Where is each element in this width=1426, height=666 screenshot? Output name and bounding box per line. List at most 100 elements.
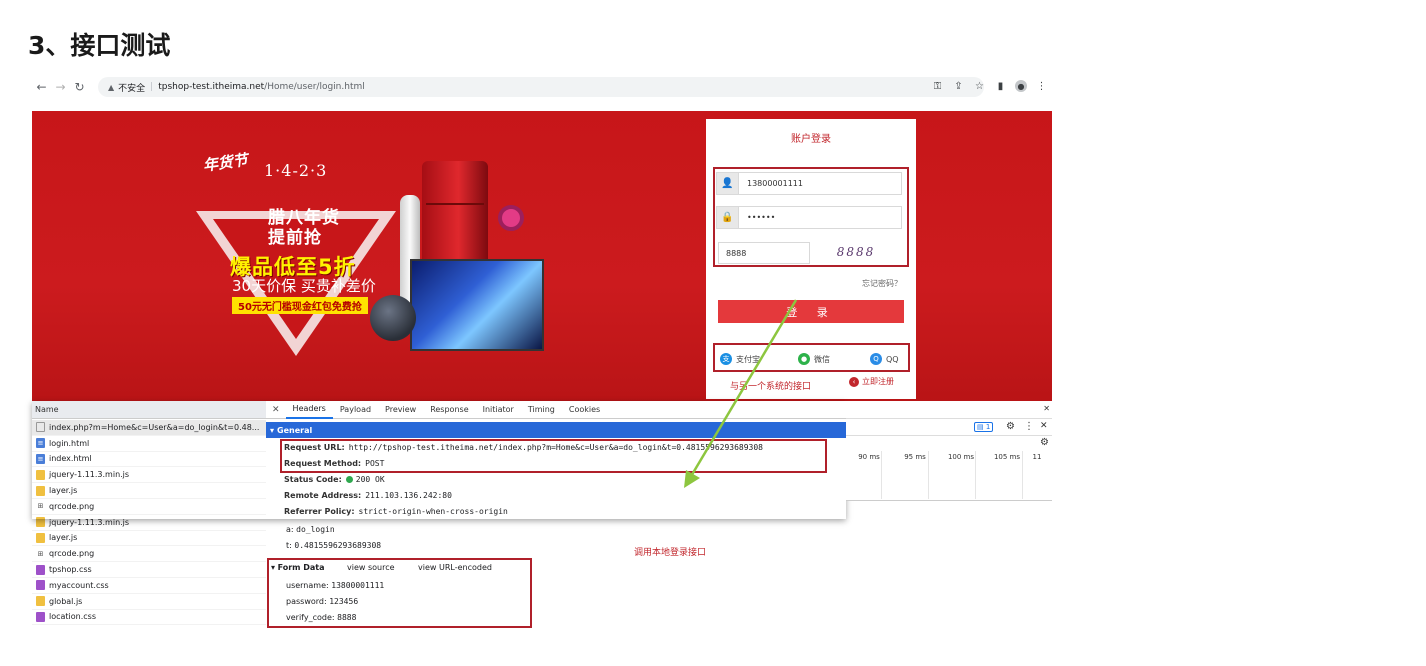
query-a-value: do_login bbox=[296, 525, 335, 534]
star-icon[interactable]: ☆ bbox=[973, 77, 986, 95]
network-request-row[interactable]: ≡ index.html bbox=[32, 452, 266, 468]
query-a-key: a: bbox=[286, 525, 294, 534]
network-request-name: index.php?m=Home&c=User&a=do_login&t=0.4… bbox=[49, 422, 260, 432]
query-t-row: t: 0.4815596293689308 bbox=[286, 541, 381, 550]
network-request-row[interactable]: ⊞ qrcode.png bbox=[32, 546, 266, 563]
network-request-name: tpshop.css bbox=[49, 565, 92, 575]
file-icon bbox=[36, 422, 45, 433]
expand-triangle-icon: ▾ bbox=[270, 425, 275, 435]
tab-initiator[interactable]: Initiator bbox=[476, 401, 521, 419]
network-request-row[interactable]: layer.js bbox=[32, 483, 266, 499]
tab-headers[interactable]: Headers bbox=[285, 401, 333, 419]
address-bar[interactable]: ▲ 不安全 | tpshop-test.itheima.net/Home/use… bbox=[98, 77, 984, 97]
network-request-name: jquery-1.11.3.min.js bbox=[49, 517, 130, 527]
network-request-row[interactable]: tpshop.css bbox=[32, 562, 266, 578]
network-request-name: jquery-1.11.3.min.js bbox=[49, 470, 130, 480]
network-request-name: layer.js bbox=[49, 533, 78, 543]
page-heading: 3、接口测试 bbox=[28, 31, 171, 60]
form-data-highlight-box bbox=[267, 558, 532, 628]
more-dots-icon[interactable]: ⋮ bbox=[1024, 421, 1034, 432]
network-request-name: myaccount.css bbox=[49, 580, 109, 590]
profile-avatar-icon[interactable]: ● bbox=[1015, 80, 1027, 92]
robot-vacuum-image bbox=[370, 295, 416, 341]
network-request-row[interactable]: myaccount.css bbox=[32, 578, 266, 594]
network-request-row[interactable]: ≡ login.html bbox=[32, 436, 266, 452]
share-icon[interactable]: ⇪ bbox=[952, 77, 965, 95]
annotation-arrow bbox=[684, 299, 798, 488]
network-request-row[interactable]: global.js bbox=[32, 594, 266, 610]
timeline-label: 95 ms bbox=[904, 453, 926, 461]
network-request-row[interactable]: jquery-1.11.3.min.js bbox=[32, 467, 266, 484]
network-request-name: location.css bbox=[49, 612, 97, 622]
referrer-policy-value: strict-origin-when-cross-origin bbox=[358, 507, 508, 516]
network-request-row[interactable]: index.php?m=Home&c=User&a=do_login&t=0.4… bbox=[32, 420, 266, 436]
js-file-icon bbox=[36, 532, 45, 543]
network-waterfall-area: ✕ ▤ 1 ⚙ ⋮ ✕ ⚙ 90 ms 95 ms 100 ms 105 ms … bbox=[846, 401, 1052, 501]
hair-dryer-image bbox=[498, 205, 524, 231]
tab-cookies[interactable]: Cookies bbox=[562, 401, 607, 419]
tv-image bbox=[410, 259, 544, 351]
network-request-list: index.php?m=Home&c=User&a=do_login&t=0.4… bbox=[32, 420, 266, 626]
reload-icon[interactable]: ↻ bbox=[70, 78, 89, 97]
status-ok-icon bbox=[345, 476, 353, 483]
key-icon[interactable]: ⚿ bbox=[931, 77, 944, 95]
network-request-row[interactable]: jquery-1.11.3.min.js bbox=[32, 515, 266, 531]
timeline-labels: 90 ms 95 ms 100 ms 105 ms 11 bbox=[846, 453, 1052, 461]
tab-response[interactable]: Response bbox=[423, 401, 475, 419]
promo-line-4: 30天价保 买贵补差价 bbox=[232, 277, 376, 295]
url-host: tpshop-test.itheima.net bbox=[158, 82, 265, 92]
arrow-shaft bbox=[688, 299, 798, 479]
back-arrow-icon[interactable]: ← bbox=[32, 78, 51, 97]
forgot-password-link[interactable]: 忘记密码？ bbox=[862, 278, 902, 289]
network-request-row[interactable]: ⊞ qrcode.png bbox=[32, 499, 266, 515]
remote-address-value: 211.103.136.242:80 bbox=[365, 491, 452, 500]
referrer-policy-key: Referrer Policy: bbox=[284, 507, 355, 516]
tab-payload[interactable]: Payload bbox=[333, 401, 378, 419]
menu-dots-icon[interactable]: ⋮ bbox=[1035, 77, 1048, 95]
network-request-name: index.html bbox=[49, 454, 92, 464]
tab-preview[interactable]: Preview bbox=[378, 401, 423, 419]
remote-address-row: Remote Address: 211.103.136.242:80 bbox=[284, 491, 452, 500]
status-code-value: 200 OK bbox=[355, 475, 385, 484]
html-file-icon: ≡ bbox=[36, 438, 45, 449]
credentials-highlight-box bbox=[713, 167, 909, 267]
js-file-icon bbox=[36, 469, 45, 480]
browser-toolbar: ← → ↻ ▲ 不安全 | tpshop-test.itheima.net/Ho… bbox=[32, 76, 1052, 98]
network-name-column-header[interactable]: Name bbox=[32, 401, 266, 419]
promo-line-5: 50元无门槛现金红包免费抢 bbox=[232, 297, 368, 314]
timeline-label: 105 ms bbox=[993, 453, 1021, 461]
fridge-image bbox=[422, 161, 488, 265]
sidepanel-icon[interactable]: ▮ bbox=[994, 77, 1007, 95]
network-request-name: global.js bbox=[49, 596, 83, 606]
register-link[interactable]: ‹ 立即注册 bbox=[849, 376, 894, 387]
js-file-icon bbox=[36, 485, 45, 496]
image-file-icon: ⊞ bbox=[37, 549, 44, 558]
issues-badge[interactable]: ▤ 1 bbox=[974, 422, 994, 432]
network-request-row[interactable]: layer.js bbox=[32, 531, 266, 547]
close-panel-icon[interactable]: ✕ bbox=[1040, 421, 1048, 431]
address-separator: | bbox=[150, 82, 154, 92]
network-settings-icon[interactable]: ⚙ bbox=[1040, 437, 1049, 448]
waterfall-bottom-border bbox=[846, 500, 1052, 501]
new-year-logo: 年货节 bbox=[201, 150, 249, 175]
js-file-icon bbox=[36, 596, 45, 607]
settings-gear-icon[interactable]: ⚙ bbox=[1006, 421, 1015, 432]
html-file-icon: ≡ bbox=[36, 453, 45, 464]
timeline-label: 100 ms bbox=[947, 453, 975, 461]
url-path: /Home/user/login.html bbox=[264, 82, 365, 92]
status-code-key: Status Code: bbox=[284, 475, 342, 484]
issues-icon: ▤ bbox=[977, 423, 986, 431]
close-devtools-icon[interactable]: ✕ bbox=[1043, 404, 1050, 413]
forward-arrow-icon[interactable]: → bbox=[51, 78, 70, 97]
network-request-name: layer.js bbox=[49, 486, 78, 496]
network-request-row[interactable]: location.css bbox=[32, 610, 266, 626]
register-label: 立即注册 bbox=[862, 377, 894, 386]
banner-date: 1·4-2·3 bbox=[264, 161, 328, 180]
remote-address-key: Remote Address: bbox=[284, 491, 362, 500]
tab-timing[interactable]: Timing bbox=[521, 401, 562, 419]
issues-count: 1 bbox=[985, 423, 991, 431]
warning-icon: ▲ bbox=[108, 82, 115, 92]
security-label: 不安全 bbox=[118, 83, 146, 94]
register-arrow-icon: ‹ bbox=[849, 376, 859, 387]
close-detail-icon[interactable]: ✕ bbox=[266, 405, 286, 415]
